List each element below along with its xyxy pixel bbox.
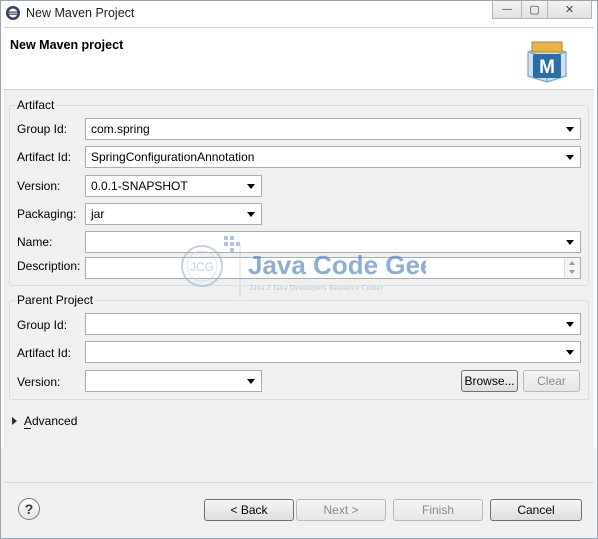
chevron-down-icon: [247, 212, 255, 217]
scroll-down-icon: [569, 270, 575, 274]
group-id-combo[interactable]: com.spring: [85, 118, 581, 140]
description-scrollbar[interactable]: [564, 258, 580, 278]
artifact-id-label: Artifact Id:: [17, 150, 72, 164]
artifact-id-value: SpringConfigurationAnnotation: [91, 150, 255, 164]
finish-button[interactable]: Finish: [393, 499, 483, 521]
group-id-value: com.spring: [91, 122, 150, 136]
restore-button[interactable]: ▢: [521, 0, 548, 19]
wizard-title: New Maven project: [10, 38, 124, 52]
maven-logo-letter: M: [539, 57, 555, 78]
help-icon: ?: [24, 501, 34, 517]
parent-project-group-title: Parent Project: [15, 293, 96, 307]
chevron-down-icon: [247, 184, 255, 189]
close-window-button[interactable]: ✕: [547, 0, 592, 19]
version-combo[interactable]: 0.0.1-SNAPSHOT: [85, 175, 262, 197]
description-label: Description:: [17, 259, 81, 273]
artifact-group-title: Artifact: [15, 98, 57, 112]
minimize-icon: —: [502, 3, 512, 15]
cancel-button[interactable]: Cancel: [490, 499, 582, 521]
browse-button[interactable]: Browse...: [461, 370, 518, 392]
chevron-down-icon: [566, 127, 574, 132]
chevron-down-icon: [566, 350, 574, 355]
name-label: Name:: [17, 235, 53, 249]
watermark-title: Java Code Geeks: [248, 250, 426, 280]
clear-button[interactable]: Clear: [523, 370, 580, 392]
java-code-geeks-watermark: JCG Java Code Geeks Java 2 Java Develope…: [181, 236, 426, 298]
restore-icon: ▢: [529, 3, 540, 16]
back-button[interactable]: < Back: [204, 499, 294, 521]
chevron-down-icon: [566, 155, 574, 160]
footer-divider: [4, 482, 594, 483]
chevron-down-icon: [566, 240, 574, 245]
window-title: New Maven Project: [26, 6, 135, 20]
advanced-mnemonic-underline: [24, 428, 31, 429]
minimize-button[interactable]: —: [492, 0, 522, 19]
wizard-header: [4, 27, 594, 90]
parent-artifact-id-combo[interactable]: [85, 341, 581, 363]
packaging-value: jar: [91, 207, 105, 221]
version-value: 0.0.1-SNAPSHOT: [91, 179, 188, 193]
group-id-label: Group Id:: [17, 122, 68, 136]
watermark-logo-text: JCG: [190, 260, 214, 274]
chevron-down-icon: [247, 379, 255, 384]
advanced-section-toggle[interactable]: Advanced: [24, 414, 77, 428]
wizard-footer: [0, 448, 598, 539]
chevron-down-icon: [566, 322, 574, 327]
next-button[interactable]: Next >: [296, 499, 386, 521]
eclipse-app-icon: [6, 6, 20, 20]
expand-arrow-icon[interactable]: [12, 417, 17, 425]
parent-group-id-combo[interactable]: [85, 313, 581, 335]
parent-artifact-id-label: Artifact Id:: [17, 346, 72, 360]
parent-group-id-label: Group Id:: [17, 318, 68, 332]
parent-version-combo[interactable]: [85, 370, 262, 392]
artifact-id-combo[interactable]: SpringConfigurationAnnotation: [85, 146, 581, 168]
close-icon: ✕: [564, 3, 575, 16]
version-label: Version:: [17, 179, 61, 193]
help-button[interactable]: ?: [18, 498, 40, 520]
packaging-label: Packaging:: [17, 207, 77, 221]
watermark-subtitle: Java 2 Java Developers Resource Center: [250, 283, 383, 292]
packaging-combo[interactable]: jar: [85, 203, 262, 225]
maven-logo-icon: M: [527, 41, 567, 83]
parent-version-label: Version:: [17, 375, 61, 389]
scroll-up-icon: [569, 261, 575, 265]
